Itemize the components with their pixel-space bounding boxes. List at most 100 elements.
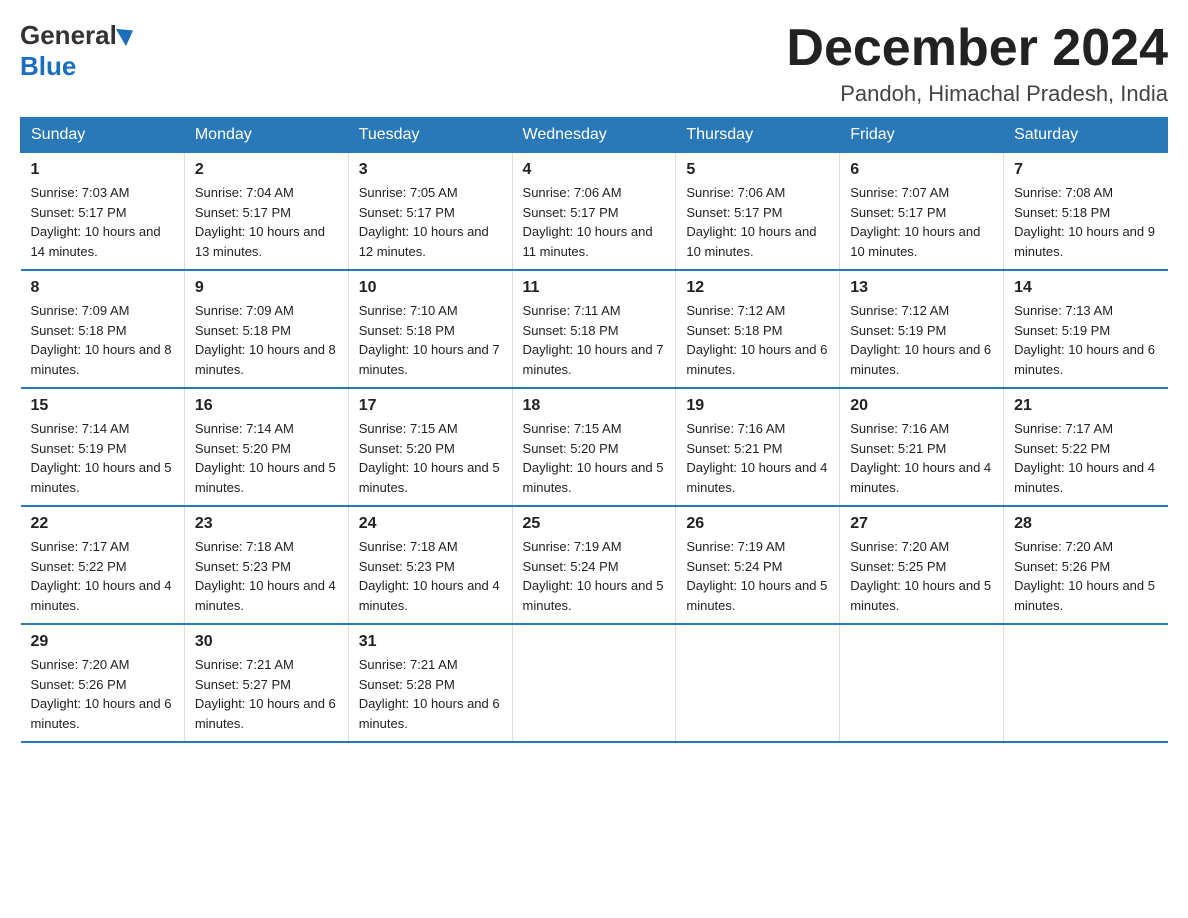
day-number: 4: [523, 161, 666, 179]
day-number: 5: [686, 161, 829, 179]
page-header: General Blue December 2024 Pandoh, Himac…: [20, 20, 1168, 107]
day-cell-8: 8 Sunrise: 7:09 AMSunset: 5:18 PMDaylight…: [21, 270, 185, 388]
day-number: 14: [1014, 279, 1157, 297]
day-info: Sunrise: 7:16 AMSunset: 5:21 PMDaylight:…: [850, 419, 993, 497]
day-info: Sunrise: 7:09 AMSunset: 5:18 PMDaylight:…: [31, 301, 174, 379]
header-day-tuesday: Tuesday: [348, 118, 512, 153]
day-cell-21: 21Sunrise: 7:17 AMSunset: 5:22 PMDayligh…: [1004, 388, 1168, 506]
day-number: 9: [195, 279, 338, 297]
header-day-sunday: Sunday: [21, 118, 185, 153]
day-cell-9: 9 Sunrise: 7:09 AMSunset: 5:18 PMDaylight…: [184, 270, 348, 388]
day-number: 20: [850, 397, 993, 415]
day-info: Sunrise: 7:19 AMSunset: 5:24 PMDaylight:…: [686, 537, 829, 615]
day-info: Sunrise: 7:16 AMSunset: 5:21 PMDaylight:…: [686, 419, 829, 497]
day-cell-27: 27Sunrise: 7:20 AMSunset: 5:25 PMDayligh…: [840, 506, 1004, 624]
day-info: Sunrise: 7:11 AMSunset: 5:18 PMDaylight:…: [523, 301, 666, 379]
header-day-thursday: Thursday: [676, 118, 840, 153]
day-info: Sunrise: 7:14 AMSunset: 5:19 PMDaylight:…: [31, 419, 174, 497]
logo-arrow-icon: [116, 21, 138, 45]
day-cell-30: 30Sunrise: 7:21 AMSunset: 5:27 PMDayligh…: [184, 624, 348, 742]
day-number: 11: [523, 279, 666, 297]
day-number: 6: [850, 161, 993, 179]
day-info: Sunrise: 7:15 AMSunset: 5:20 PMDaylight:…: [523, 419, 666, 497]
day-cell-22: 22 Sunrise: 7:17 AMSunset: 5:22 PMDayligh…: [21, 506, 185, 624]
day-info: Sunrise: 7:12 AMSunset: 5:18 PMDaylight:…: [686, 301, 829, 379]
day-info: Sunrise: 7:20 AMSunset: 5:26 PMDaylight:…: [1014, 537, 1157, 615]
day-info: Sunrise: 7:03 AMSunset: 5:17 PMDaylight:…: [31, 183, 174, 261]
week-row-4: 22 Sunrise: 7:17 AMSunset: 5:22 PMDayligh…: [21, 506, 1168, 624]
week-row-3: 15 Sunrise: 7:14 AMSunset: 5:19 PMDayligh…: [21, 388, 1168, 506]
day-info: Sunrise: 7:14 AMSunset: 5:20 PMDaylight:…: [195, 419, 338, 497]
day-cell-2: 2 Sunrise: 7:04 AMSunset: 5:17 PMDaylight…: [184, 153, 348, 271]
day-cell-13: 13 Sunrise: 7:12 AMSunset: 5:19 PMDayligh…: [840, 270, 1004, 388]
day-info: Sunrise: 7:12 AMSunset: 5:19 PMDaylight:…: [850, 301, 993, 379]
header-day-monday: Monday: [184, 118, 348, 153]
calendar-subtitle: Pandoh, Himachal Pradesh, India: [786, 81, 1168, 107]
day-info: Sunrise: 7:09 AMSunset: 5:18 PMDaylight:…: [195, 301, 338, 379]
day-cell-1: 1 Sunrise: 7:03 AMSunset: 5:17 PMDaylight…: [21, 153, 185, 271]
day-number: 25: [523, 515, 666, 533]
day-info: Sunrise: 7:21 AMSunset: 5:27 PMDaylight:…: [195, 655, 338, 733]
day-cell-23: 23 Sunrise: 7:18 AMSunset: 5:23 PMDayligh…: [184, 506, 348, 624]
day-info: Sunrise: 7:13 AMSunset: 5:19 PMDaylight:…: [1014, 301, 1157, 379]
day-cell-4: 4 Sunrise: 7:06 AMSunset: 5:17 PMDaylight…: [512, 153, 676, 271]
day-number: 21: [1014, 397, 1157, 415]
day-info: Sunrise: 7:06 AMSunset: 5:17 PMDaylight:…: [523, 183, 666, 261]
day-info: Sunrise: 7:07 AMSunset: 5:17 PMDaylight:…: [850, 183, 993, 261]
day-cell-empty-4: [676, 624, 840, 742]
week-row-5: 29 Sunrise: 7:20 AMSunset: 5:26 PMDayligh…: [21, 624, 1168, 742]
day-cell-3: 3 Sunrise: 7:05 AMSunset: 5:17 PMDaylight…: [348, 153, 512, 271]
header-day-friday: Friday: [840, 118, 1004, 153]
day-cell-empty-5: [840, 624, 1004, 742]
day-cell-7: 7Sunrise: 7:08 AMSunset: 5:18 PMDaylight…: [1004, 153, 1168, 271]
day-number: 29: [31, 633, 174, 651]
header-day-saturday: Saturday: [1004, 118, 1168, 153]
calendar-title: December 2024: [786, 20, 1168, 77]
day-cell-29: 29 Sunrise: 7:20 AMSunset: 5:26 PMDayligh…: [21, 624, 185, 742]
day-info: Sunrise: 7:21 AMSunset: 5:28 PMDaylight:…: [359, 655, 502, 733]
day-number: 18: [523, 397, 666, 415]
day-number: 1: [31, 161, 174, 179]
day-cell-26: 26 Sunrise: 7:19 AMSunset: 5:24 PMDayligh…: [676, 506, 840, 624]
day-cell-11: 11 Sunrise: 7:11 AMSunset: 5:18 PMDayligh…: [512, 270, 676, 388]
day-number: 23: [195, 515, 338, 533]
header-row: SundayMondayTuesdayWednesdayThursdayFrid…: [21, 118, 1168, 153]
title-block: December 2024 Pandoh, Himachal Pradesh, …: [786, 20, 1168, 107]
logo-blue-text: Blue: [20, 51, 76, 82]
day-number: 13: [850, 279, 993, 297]
day-number: 15: [31, 397, 174, 415]
day-cell-15: 15 Sunrise: 7:14 AMSunset: 5:19 PMDayligh…: [21, 388, 185, 506]
week-row-1: 1 Sunrise: 7:03 AMSunset: 5:17 PMDaylight…: [21, 153, 1168, 271]
day-cell-14: 14 Sunrise: 7:13 AMSunset: 5:19 PMDayligh…: [1004, 270, 1168, 388]
day-number: 31: [359, 633, 502, 651]
day-info: Sunrise: 7:20 AMSunset: 5:26 PMDaylight:…: [31, 655, 174, 733]
day-info: Sunrise: 7:17 AMSunset: 5:22 PMDaylight:…: [31, 537, 174, 615]
day-info: Sunrise: 7:05 AMSunset: 5:17 PMDaylight:…: [359, 183, 502, 261]
day-number: 3: [359, 161, 502, 179]
day-cell-31: 31 Sunrise: 7:21 AMSunset: 5:28 PMDayligh…: [348, 624, 512, 742]
day-cell-empty-6: [1004, 624, 1168, 742]
day-cell-18: 18 Sunrise: 7:15 AMSunset: 5:20 PMDayligh…: [512, 388, 676, 506]
day-cell-24: 24Sunrise: 7:18 AMSunset: 5:23 PMDayligh…: [348, 506, 512, 624]
day-info: Sunrise: 7:18 AMSunset: 5:23 PMDaylight:…: [195, 537, 338, 615]
day-info: Sunrise: 7:18 AMSunset: 5:23 PMDaylight:…: [359, 537, 502, 615]
day-number: 26: [686, 515, 829, 533]
day-number: 8: [31, 279, 174, 297]
day-number: 17: [359, 397, 502, 415]
day-info: Sunrise: 7:08 AMSunset: 5:18 PMDaylight:…: [1014, 183, 1157, 261]
day-cell-12: 12Sunrise: 7:12 AMSunset: 5:18 PMDayligh…: [676, 270, 840, 388]
logo-general-text: General: [20, 20, 117, 51]
day-cell-28: 28 Sunrise: 7:20 AMSunset: 5:26 PMDayligh…: [1004, 506, 1168, 624]
day-cell-25: 25Sunrise: 7:19 AMSunset: 5:24 PMDayligh…: [512, 506, 676, 624]
logo: General Blue: [20, 20, 134, 82]
day-cell-5: 5Sunrise: 7:06 AMSunset: 5:17 PMDaylight…: [676, 153, 840, 271]
day-number: 28: [1014, 515, 1157, 533]
day-number: 2: [195, 161, 338, 179]
header-day-wednesday: Wednesday: [512, 118, 676, 153]
day-cell-empty-3: [512, 624, 676, 742]
day-number: 22: [31, 515, 174, 533]
day-cell-16: 16Sunrise: 7:14 AMSunset: 5:20 PMDayligh…: [184, 388, 348, 506]
day-info: Sunrise: 7:10 AMSunset: 5:18 PMDaylight:…: [359, 301, 502, 379]
day-info: Sunrise: 7:04 AMSunset: 5:17 PMDaylight:…: [195, 183, 338, 261]
day-number: 19: [686, 397, 829, 415]
